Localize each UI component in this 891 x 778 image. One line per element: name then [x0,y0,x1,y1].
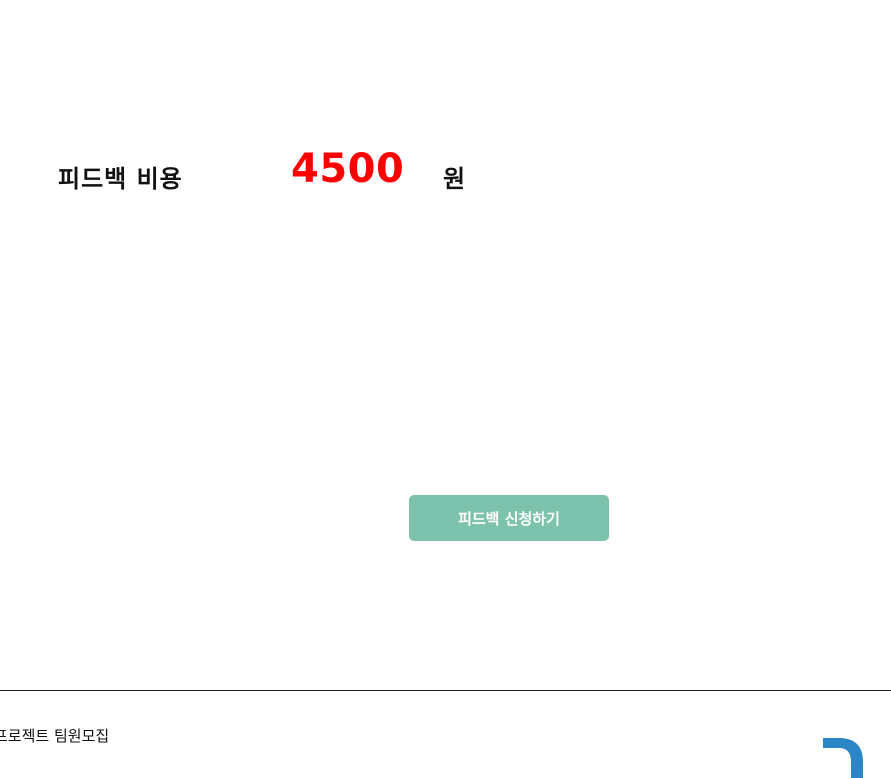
feedback-apply-button[interactable]: 피드백 신청하기 [409,495,609,541]
footer-divider [0,690,891,691]
feedback-cost-unit: 원 [443,165,466,193]
feedback-cost-label: 피드백 비용 [58,165,183,193]
brand-logo-icon[interactable] [823,738,863,778]
brand-logo-shape [823,738,863,778]
brand-logo-icon-graphic [823,738,863,778]
feedback-cost-section: 피드백 비용 4500 원 피드백 신청하기 [0,0,891,748]
feedback-cost-amount: 4500 [291,146,405,192]
footer-project-recruit-link[interactable]: 프로젝트 팀원모집 [0,725,109,746]
